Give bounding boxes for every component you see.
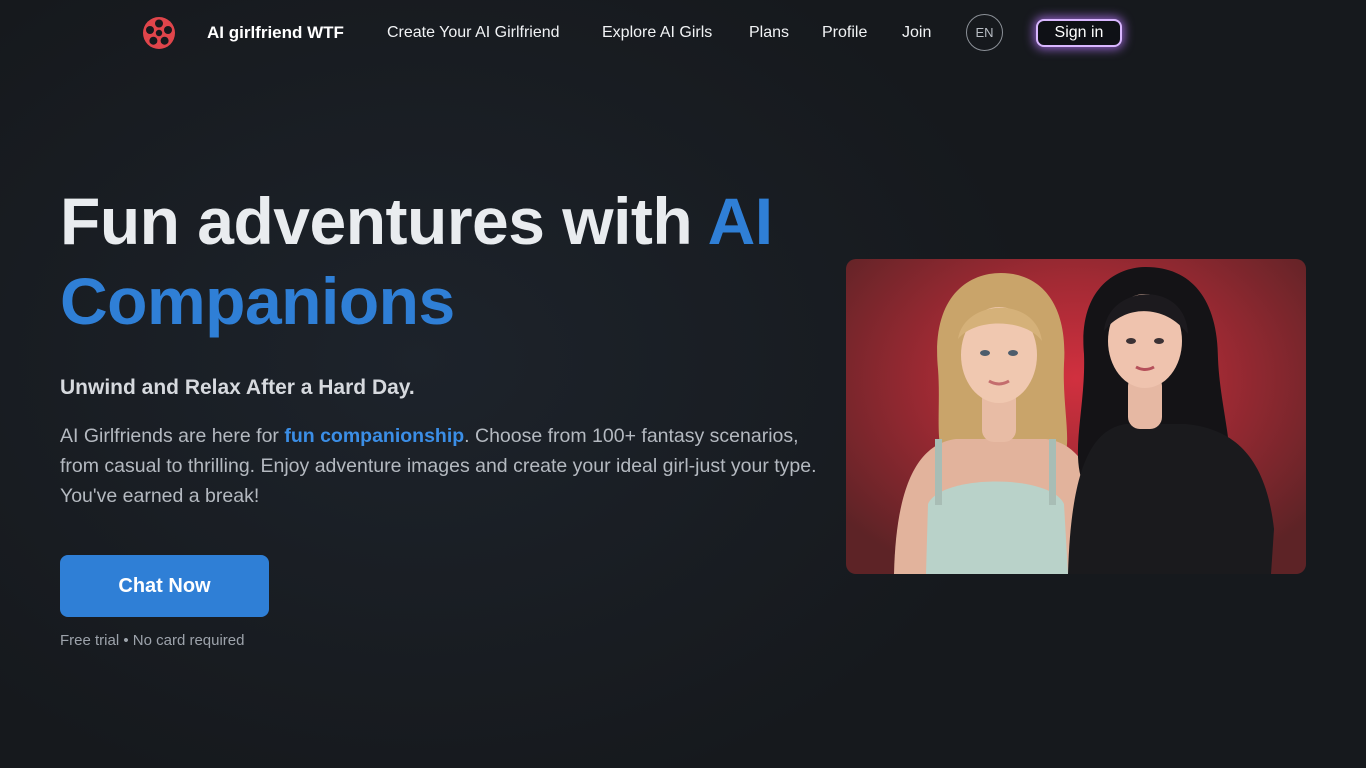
nav-link-profile[interactable]: Profile xyxy=(822,24,867,42)
hero-subheadline: Unwind and Relax After a Hard Day. xyxy=(60,376,415,399)
nav-link-explore-ai-girls[interactable]: Explore AI Girls xyxy=(602,24,712,42)
nav-link-create-girlfriend[interactable]: Create Your AI Girlfriend xyxy=(387,24,560,42)
hero-description: AI Girlfriends are here for fun companio… xyxy=(60,421,820,511)
hero-headline: Fun adventures with AI Companions xyxy=(60,181,840,341)
description-text-start: AI Girlfriends are here for xyxy=(60,425,285,447)
nav-link-join[interactable]: Join xyxy=(902,24,931,42)
chat-now-button[interactable]: Chat Now xyxy=(60,555,269,617)
sign-in-button[interactable]: Sign in xyxy=(1036,19,1122,47)
nav-link-plans[interactable]: Plans xyxy=(749,24,789,42)
film-reel-logo-icon[interactable] xyxy=(142,16,176,50)
hero-image-two-women xyxy=(846,259,1306,574)
fun-companionship-link[interactable]: fun companionship xyxy=(284,425,464,447)
top-navbar: AI girlfriend WTF Create Your AI Girlfri… xyxy=(0,0,1366,66)
headline-main-text: Fun adventures with xyxy=(60,184,708,258)
landing-page: AI girlfriend WTF Create Your AI Girlfri… xyxy=(0,0,1366,768)
brand-name[interactable]: AI girlfriend WTF xyxy=(207,23,344,43)
language-selector[interactable]: EN xyxy=(966,14,1003,51)
free-trial-note: Free trial • No card required xyxy=(60,632,245,649)
